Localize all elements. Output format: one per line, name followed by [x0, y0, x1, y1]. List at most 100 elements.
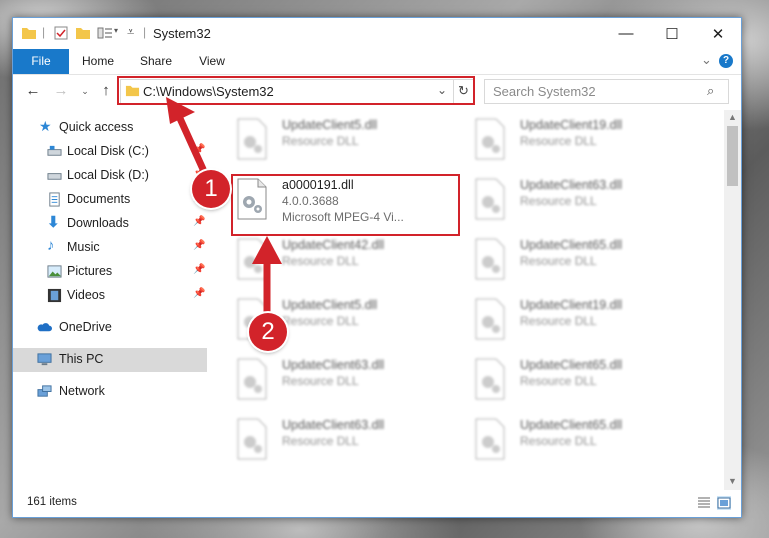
list-item[interactable]: UpdateClient42.dll Resource DLL: [208, 232, 436, 288]
pin-icon[interactable]: 📌: [193, 216, 205, 227]
dll-file-icon: [237, 358, 267, 400]
sidebar-item-pictures[interactable]: Pictures 📌: [13, 260, 207, 284]
dll-file-icon: [475, 238, 505, 280]
list-item[interactable]: UpdateClient63.dll Resource DLL: [446, 172, 674, 228]
drive-icon: [47, 145, 62, 156]
dll-file-icon: [475, 418, 505, 460]
dll-file-icon: [475, 358, 505, 400]
file-type: Resource DLL: [520, 314, 597, 328]
properties-icon[interactable]: [53, 25, 69, 41]
file-type: Resource DLL: [282, 134, 359, 148]
download-icon: ⬇: [47, 214, 60, 231]
sidebar-item-downloads[interactable]: ⬇ Downloads 📌: [13, 212, 207, 236]
file-type: Resource DLL: [282, 434, 359, 448]
pin-icon[interactable]: 📌: [193, 240, 205, 251]
title-bar: | ▾ ⩡ | System32 — ☐ ✕: [13, 18, 741, 49]
sidebar-item-documents[interactable]: Documents 📌: [13, 188, 207, 212]
file-name: UpdateClient5.dll: [282, 118, 378, 132]
up-arrow-icon[interactable]: ↑: [96, 81, 116, 101]
search-box[interactable]: Search System32 ⌕: [484, 79, 729, 104]
sidebar-item-videos[interactable]: Videos 📌: [13, 284, 207, 308]
maximize-button[interactable]: ☐: [649, 18, 695, 49]
status-bar: 161 items: [13, 490, 741, 517]
tab-file[interactable]: File: [13, 49, 69, 74]
forward-arrow-icon[interactable]: →: [51, 81, 71, 101]
recent-locations-icon[interactable]: ⌄: [75, 81, 95, 101]
sidebar-item-local-disk-c[interactable]: Local Disk (C:) 📌: [13, 140, 207, 164]
dll-file-icon: [237, 238, 267, 280]
folder-icon[interactable]: [21, 25, 37, 41]
sidebar-item-onedrive[interactable]: OneDrive: [13, 316, 207, 340]
item-count: 161 items: [27, 496, 77, 508]
file-type: Resource DLL: [520, 134, 597, 148]
pin-icon[interactable]: 📌: [193, 144, 205, 155]
file-highlight-box: [231, 174, 460, 236]
search-placeholder: Search System32: [493, 84, 596, 99]
file-name: UpdateClient65.dll: [520, 418, 623, 432]
tab-share[interactable]: Share: [131, 49, 181, 74]
sidebar-item-label: Pictures: [67, 264, 113, 278]
file-type: Resource DLL: [282, 374, 359, 388]
sidebar-item-local-disk-d[interactable]: Local Disk (D:) 📌: [13, 164, 207, 188]
file-list: UpdateClient5.dll Resource DLL UpdateCli…: [208, 110, 723, 490]
file-type: Resource DLL: [282, 254, 359, 268]
list-item[interactable]: UpdateClient65.dll Resource DLL: [446, 232, 674, 288]
details-view-icon[interactable]: [697, 496, 711, 510]
vertical-scrollbar[interactable]: ▲ ▼: [724, 110, 741, 490]
minimize-button[interactable]: —: [603, 18, 649, 49]
star-icon: ★: [39, 118, 52, 134]
list-item[interactable]: UpdateClient19.dll Resource DLL: [446, 292, 674, 348]
list-item[interactable]: UpdateClient63.dll Resource DLL: [208, 412, 436, 468]
tab-view[interactable]: View: [189, 49, 235, 74]
pin-icon[interactable]: 📌: [193, 264, 205, 275]
view-options-icon[interactable]: [97, 25, 113, 41]
scroll-down-icon[interactable]: ▼: [728, 476, 737, 486]
dll-file-icon: [475, 178, 505, 220]
sidebar-item-label: Network: [59, 384, 105, 398]
step-2-badge: 2: [249, 313, 287, 351]
file-type: Resource DLL: [282, 314, 359, 328]
list-item[interactable]: UpdateClient65.dll Resource DLL: [446, 352, 674, 408]
tab-home[interactable]: Home: [73, 49, 123, 74]
sidebar-item-this-pc[interactable]: This PC: [13, 348, 207, 372]
sidebar-item-network[interactable]: Network: [13, 380, 207, 404]
expand-ribbon-icon[interactable]: ⌄: [701, 52, 712, 68]
sidebar-item-label: OneDrive: [59, 320, 112, 334]
scroll-up-icon[interactable]: ▲: [728, 112, 737, 122]
file-type: Resource DLL: [520, 194, 597, 208]
help-icon[interactable]: ?: [719, 54, 733, 68]
file-name: UpdateClient63.dll: [282, 358, 385, 372]
music-icon: ♪: [47, 237, 55, 254]
ribbon-tabs: File Home Share View ⌄ ?: [13, 49, 741, 75]
list-item[interactable]: UpdateClient63.dll Resource DLL: [208, 352, 436, 408]
list-item[interactable]: UpdateClient5.dll Resource DLL: [208, 112, 436, 168]
list-item[interactable]: UpdateClient65.dll Resource DLL: [446, 412, 674, 468]
pin-icon[interactable]: 📌: [193, 288, 205, 299]
pictures-icon: [47, 265, 62, 278]
separator: |: [42, 25, 46, 39]
file-name: UpdateClient63.dll: [282, 418, 385, 432]
sidebar-item-label: Quick access: [59, 120, 134, 134]
file-name: UpdateClient63.dll: [520, 178, 623, 192]
new-folder-icon[interactable]: [75, 25, 91, 41]
sidebar-item-label: This PC: [59, 352, 104, 366]
back-arrow-icon[interactable]: ←: [23, 81, 43, 101]
customize-toolbar-icon[interactable]: ⩡: [127, 24, 134, 40]
close-button[interactable]: ✕: [695, 18, 741, 49]
scrollbar-thumb[interactable]: [727, 126, 738, 186]
search-icon[interactable]: ⌕: [707, 83, 714, 99]
step-1-badge: 1: [192, 170, 230, 208]
sidebar-item-quick-access[interactable]: ★ Quick access: [13, 116, 207, 140]
file-type: Resource DLL: [520, 254, 597, 268]
list-item[interactable]: UpdateClient5.dll Resource DLL: [208, 292, 436, 348]
chevron-down-icon[interactable]: ▾: [114, 26, 118, 35]
sidebar-item-music[interactable]: ♪ Music 📌: [13, 236, 207, 260]
navigation-pane: ★ Quick access Local Disk (C:) 📌 Local D…: [13, 110, 207, 490]
dll-file-icon: [475, 118, 505, 160]
list-item[interactable]: UpdateClient19.dll Resource DLL: [446, 112, 674, 168]
window-title: System32: [153, 26, 211, 41]
file-type: Resource DLL: [520, 434, 597, 448]
file-name: UpdateClient65.dll: [520, 238, 623, 252]
dll-file-icon: [237, 118, 267, 160]
tiles-view-icon[interactable]: [717, 496, 731, 510]
